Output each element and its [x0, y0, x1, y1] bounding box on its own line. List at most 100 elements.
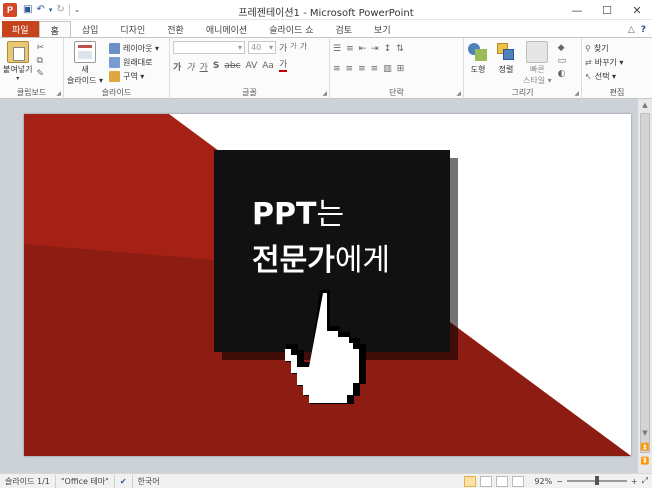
columns-icon[interactable]: ▥ — [383, 64, 392, 74]
find-button[interactable]: ⚲ 찾기 — [585, 41, 649, 55]
clear-format-button[interactable]: 가 — [300, 41, 307, 54]
zoom-slider-knob[interactable] — [594, 476, 599, 485]
zoom-level[interactable]: 92% — [534, 477, 552, 486]
grow-font-button[interactable]: 가 — [279, 41, 287, 54]
spacing-icon[interactable]: AV — [246, 61, 258, 71]
chevron-down-icon: ▾ — [16, 75, 20, 82]
tab-home[interactable]: 홈 — [38, 21, 71, 38]
align-center-icon[interactable]: ≡ — [346, 64, 354, 74]
paste-button[interactable]: 붙여넣기 ▾ — [3, 41, 32, 82]
shrink-font-button[interactable]: 가 — [290, 41, 296, 54]
strikethrough-icon[interactable]: abc — [224, 61, 240, 71]
slide-workspace[interactable]: PPT는 전문가에게 ▲ ▼ ⏫ ⏬ — [0, 99, 652, 473]
increase-indent-icon[interactable]: ⇥ — [371, 44, 379, 54]
slides-group: 새 슬라이드 ▾ 레이아웃 ▾ 원래대로 구역 ▾ 슬라이드 — [64, 38, 170, 99]
align-right-icon[interactable]: ≡ — [358, 64, 366, 74]
smartart-icon[interactable]: ⊞ — [397, 64, 405, 74]
undo-dropdown-icon[interactable]: ▾ — [49, 6, 53, 14]
tab-file[interactable]: 파일 — [2, 21, 39, 38]
tab-design[interactable]: 디자인 — [109, 21, 156, 38]
replace-button[interactable]: ⇄ 바꾸기 ▾ — [585, 55, 649, 69]
copy-icon[interactable]: ⧉ — [36, 56, 44, 66]
section-button[interactable]: 구역 ▾ — [109, 69, 159, 83]
slide-headline[interactable]: PPT는 전문가에게 — [252, 192, 452, 284]
chevron-down-icon: ▾ — [268, 43, 273, 52]
justify-icon[interactable]: ≡ — [371, 64, 379, 74]
layout-button[interactable]: 레이아웃 ▾ — [109, 41, 159, 55]
zoom-slider[interactable] — [566, 476, 627, 485]
tab-view[interactable]: 보기 — [363, 21, 402, 38]
close-button[interactable]: ✕ — [622, 0, 652, 20]
window-controls: — ☐ ✕ — [562, 0, 652, 20]
zoom-out-button[interactable]: − — [556, 477, 563, 486]
arrange-button[interactable]: 정렬 — [495, 41, 517, 86]
dialog-launcher-icon[interactable]: ◢ — [574, 90, 579, 97]
separator — [68, 3, 70, 16]
language-label[interactable]: 한국어 — [133, 475, 165, 488]
tab-review[interactable]: 검토 — [324, 21, 363, 38]
underline-button[interactable]: 가 — [200, 60, 208, 73]
numbering-icon[interactable]: ≡ — [346, 44, 354, 54]
font-color-button[interactable]: 가 — [278, 60, 288, 72]
format-painter-icon[interactable]: ✎ — [36, 69, 44, 79]
italic-button[interactable]: 가 — [186, 60, 194, 73]
tab-transitions[interactable]: 전환 — [156, 21, 195, 38]
previous-slide-icon[interactable]: ⏫ — [638, 441, 652, 453]
shape-outline-icon[interactable]: ▭ — [558, 56, 567, 66]
slide-sorter-view-button[interactable] — [480, 475, 493, 487]
quick-styles-button[interactable]: 빠른 스타일 ▾ — [523, 41, 552, 86]
save-icon[interactable]: ▣ — [23, 4, 32, 15]
fit-to-window-icon[interactable]: ⤢ — [642, 476, 648, 486]
scroll-down-icon[interactable]: ▼ — [638, 427, 652, 439]
minimize-ribbon-icon[interactable]: △ — [628, 25, 635, 35]
slide-canvas[interactable]: PPT는 전문가에게 — [24, 114, 631, 456]
redo-icon[interactable]: ↻ — [56, 4, 64, 15]
text-direction-icon[interactable]: ⇅ — [396, 44, 404, 54]
editing-group: ⚲ 찾기 ⇄ 바꾸기 ▾ ↖ 선택 ▾ 편집 — [582, 38, 652, 99]
shadow-button[interactable]: S — [213, 61, 219, 71]
next-slide-icon[interactable]: ⏬ — [638, 455, 652, 467]
dialog-launcher-icon[interactable]: ◢ — [56, 90, 61, 97]
customize-qat-icon[interactable]: ⌄ — [74, 5, 81, 14]
select-button[interactable]: ↖ 선택 ▾ — [585, 69, 649, 83]
clipboard-group-label: 클립보드 — [16, 88, 47, 97]
bold-button[interactable]: 가 — [173, 60, 181, 73]
zoom-in-button[interactable]: + — [631, 477, 638, 486]
cut-icon[interactable]: ✂ — [36, 43, 44, 53]
font-size-select[interactable]: 40 ▾ — [248, 41, 276, 54]
font-group-label: 글꼴 — [242, 88, 257, 97]
slideshow-view-button[interactable] — [512, 475, 525, 487]
dialog-launcher-icon[interactable]: ◢ — [322, 90, 327, 97]
tab-slideshow[interactable]: 슬라이드 쇼 — [258, 21, 324, 38]
editing-group-label: 편집 — [609, 88, 625, 97]
binoculars-icon: ⚲ — [585, 43, 591, 53]
shapes-button[interactable]: 도형 — [467, 41, 489, 86]
line-spacing-icon[interactable]: ↕ — [384, 44, 392, 54]
paragraph-group-label: 단락 — [389, 88, 404, 97]
shape-fill-icon[interactable]: ◆ — [558, 43, 567, 53]
change-case-button[interactable]: Aa — [262, 61, 274, 71]
help-icon[interactable]: ? — [641, 25, 646, 35]
vertical-scrollbar[interactable]: ▲ ▼ ⏫ ⏬ — [637, 99, 652, 473]
normal-view-button[interactable] — [464, 475, 477, 487]
align-left-icon[interactable]: ≡ — [333, 64, 341, 74]
undo-icon[interactable]: ↶ — [36, 4, 44, 15]
tab-animations[interactable]: 애니메이션 — [195, 21, 258, 38]
dialog-launcher-icon[interactable]: ◢ — [456, 90, 461, 97]
shape-effects-icon[interactable]: ◐ — [558, 69, 567, 79]
reset-icon — [109, 56, 120, 68]
reading-view-button[interactable] — [496, 475, 509, 487]
decrease-indent-icon[interactable]: ⇤ — [359, 44, 367, 54]
maximize-button[interactable]: ☐ — [592, 0, 622, 20]
bullets-icon[interactable]: ☰ — [333, 44, 341, 54]
reset-button[interactable]: 원래대로 — [109, 55, 159, 69]
spellcheck-icon[interactable]: ✔ — [115, 474, 133, 488]
scrollbar-thumb[interactable] — [640, 113, 650, 453]
new-slide-button[interactable]: 새 슬라이드 ▾ — [67, 41, 103, 86]
font-name-select[interactable]: ▾ — [173, 41, 245, 54]
minimize-button[interactable]: — — [562, 0, 592, 20]
scroll-up-icon[interactable]: ▲ — [638, 99, 652, 111]
powerpoint-logo-icon: P — [3, 2, 17, 17]
status-bar: 슬라이드 1/1 "Office 테마" ✔ 한국어 92% − + ⤢ — [0, 473, 652, 488]
tab-insert[interactable]: 삽입 — [71, 21, 110, 38]
